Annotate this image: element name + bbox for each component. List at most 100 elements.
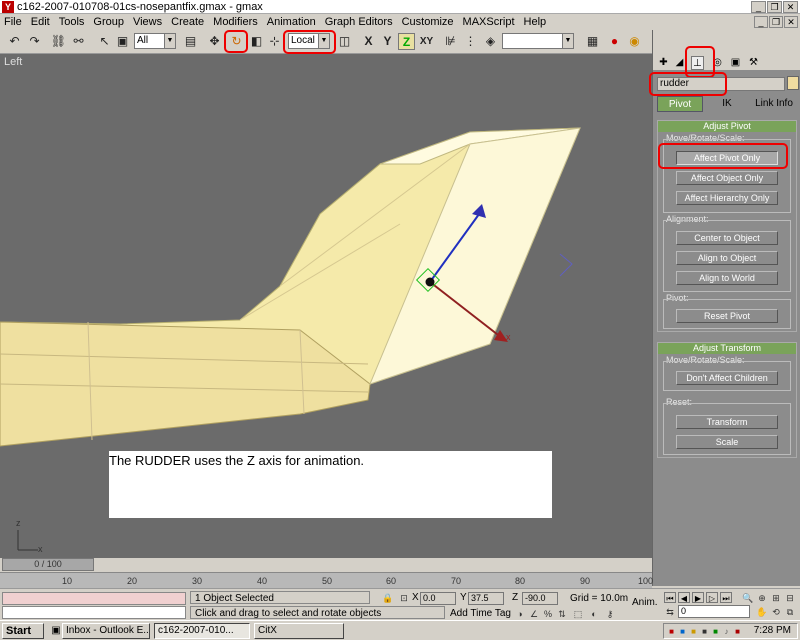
track-bar[interactable]: 10 20 30 40 50 60 70 80 90 100 <box>0 572 653 588</box>
affect-object-only-button[interactable]: Affect Object Only <box>676 171 778 185</box>
align-icon[interactable]: ⋮ <box>462 33 479 50</box>
menu-modifiers[interactable]: Modifiers <box>209 16 263 28</box>
tray-icon-2[interactable]: ■ <box>678 626 687 637</box>
go-to-start-icon[interactable]: ⏮ <box>664 592 676 603</box>
maxscript-input-mini[interactable] <box>2 606 186 619</box>
object-color-swatch[interactable] <box>787 76 799 90</box>
percent-snap-icon[interactable]: % <box>542 608 554 620</box>
close-button[interactable]: ✕ <box>783 0 798 13</box>
arc-rotate-icon[interactable]: ⟲ <box>770 606 782 618</box>
task-citx[interactable]: CitX <box>254 623 344 639</box>
link-info-subtab[interactable]: Link Info <box>751 96 797 112</box>
zoom-all-icon[interactable]: ⊕ <box>756 592 768 604</box>
degrade-override-icon[interactable]: ◐ <box>588 608 600 620</box>
start-button[interactable]: Start <box>2 623 44 639</box>
add-time-tag-button[interactable]: Add Time Tag <box>450 608 511 619</box>
material-editor-icon[interactable]: ▦ <box>584 33 601 50</box>
pan-icon[interactable]: ✋ <box>756 606 768 618</box>
scale-icon[interactable]: ◧ <box>248 33 265 50</box>
align-to-world-button[interactable]: Align to World <box>676 271 778 285</box>
menu-group[interactable]: Group <box>89 16 129 28</box>
create-tab-icon[interactable]: ✚ <box>657 56 670 70</box>
maxscript-listener-mini[interactable] <box>2 592 186 605</box>
restrict-y-button[interactable]: Y <box>379 33 396 50</box>
mdi-minimize-button[interactable]: _ <box>754 16 768 28</box>
maximize-viewport-icon[interactable]: ⧉ <box>784 606 796 618</box>
mdi-close-button[interactable]: ✕ <box>784 16 798 28</box>
unlink-icon[interactable]: ⚯ <box>70 33 87 50</box>
region-select-icon[interactable]: ▣ <box>114 33 131 50</box>
restrict-x-button[interactable]: X <box>360 33 377 50</box>
redo-icon[interactable]: ↷ <box>26 33 43 50</box>
tray-icon-5[interactable]: ■ <box>711 626 720 637</box>
render-icon[interactable]: ● <box>606 33 623 50</box>
task-gmax[interactable]: c162-2007-010... <box>154 623 250 639</box>
window-crossing-icon[interactable]: ⬚ <box>572 608 584 620</box>
angle-snap-icon[interactable]: ∠ <box>528 608 540 620</box>
center-to-object-button[interactable]: Center to Object <box>676 231 778 245</box>
volume-icon[interactable]: ♪ <box>722 626 731 637</box>
display-tab-icon[interactable]: ▣ <box>729 56 742 70</box>
select-object-icon[interactable]: ↖ <box>96 33 113 50</box>
left-viewport[interactable]: Left x z x The RUDDER uses the Z axis fo… <box>0 54 652 572</box>
menu-maxscript[interactable]: MAXScript <box>459 16 520 28</box>
current-frame-field[interactable]: 0 <box>678 605 750 618</box>
animate-toggle-button[interactable]: Anim. <box>632 597 658 608</box>
tray-icon-6[interactable]: ■ <box>733 626 742 637</box>
restore-button[interactable]: ❐ <box>767 0 782 13</box>
menu-views[interactable]: Views <box>129 16 167 28</box>
minimize-button[interactable]: _ <box>751 0 766 13</box>
x-coord-field[interactable]: 0.0 <box>420 592 456 605</box>
tray-icon-1[interactable]: ■ <box>667 626 676 637</box>
pivot-subtab[interactable]: Pivot <box>657 96 703 112</box>
reset-pivot-button[interactable]: Reset Pivot <box>676 309 778 323</box>
snap-toggle-icon[interactable]: ◑ <box>514 608 526 620</box>
time-slider-thumb[interactable]: 0 / 100 <box>2 558 94 571</box>
menu-create[interactable]: Create <box>167 16 209 28</box>
zoom-extents-all-icon[interactable]: ⊟ <box>784 592 796 604</box>
go-to-end-icon[interactable]: ⏭ <box>720 592 732 603</box>
zoom-extents-icon[interactable]: ⊞ <box>770 592 782 604</box>
key-mode-toggle-icon[interactable]: ⇆ <box>664 606 676 618</box>
absolute-mode-icon[interactable]: ⊡ <box>398 592 410 604</box>
menu-edit[interactable]: Edit <box>27 16 55 28</box>
reset-scale-button[interactable]: Scale <box>676 435 778 449</box>
previous-frame-icon[interactable]: ◀ <box>678 592 690 603</box>
next-frame-icon[interactable]: ▷ <box>706 592 718 603</box>
time-slider[interactable]: 0 / 100 <box>0 558 652 572</box>
menu-file[interactable]: File <box>0 16 27 28</box>
reset-transform-button[interactable]: Transform <box>676 415 778 429</box>
y-coord-field[interactable]: 37.5 <box>468 592 504 605</box>
quicklaunch-icon[interactable]: ▣ <box>50 624 62 637</box>
menu-graph-editors[interactable]: Graph Editors <box>321 16 398 28</box>
utilities-tab-icon[interactable]: ⚒ <box>747 56 760 70</box>
pivot-center-icon[interactable]: ⊹ <box>266 33 283 50</box>
task-outlook[interactable]: Inbox - Outlook E... <box>62 623 150 639</box>
viewport-label[interactable]: Left <box>4 56 22 68</box>
mirror-icon[interactable]: ⊯ <box>442 33 459 50</box>
spinner-snap-icon[interactable]: ⇅ <box>556 608 568 620</box>
restrict-z-button[interactable]: Z <box>398 33 415 50</box>
select-by-name-icon[interactable]: ▤ <box>182 33 199 50</box>
z-coord-field[interactable]: -90.0 <box>522 592 558 605</box>
adjust-transform-title[interactable]: Adjust Transform <box>658 343 796 354</box>
mdi-restore-button[interactable]: ❐ <box>769 16 783 28</box>
gmax-app-icon[interactable]: Y <box>2 0 14 13</box>
undo-icon[interactable]: ↶ <box>6 33 23 50</box>
key-mode-icon[interactable]: ⚷ <box>604 608 616 620</box>
select-and-link-icon[interactable]: ⛓ <box>50 33 67 50</box>
selection-filter-dropdown[interactable]: All ▼ <box>134 33 176 49</box>
dont-affect-children-button[interactable]: Don't Affect Children <box>676 371 778 385</box>
play-icon[interactable]: ▶ <box>692 592 704 603</box>
lock-selection-icon[interactable]: 🔒 <box>382 592 394 604</box>
restrict-xy-button[interactable]: XY <box>418 33 435 50</box>
menu-customize[interactable]: Customize <box>398 16 459 28</box>
menu-help[interactable]: Help <box>520 16 552 28</box>
ik-subtab[interactable]: IK <box>705 96 749 112</box>
zoom-icon[interactable]: 🔍 <box>742 592 754 604</box>
tray-icon-3[interactable]: ■ <box>689 626 698 637</box>
use-pivot-icon[interactable]: ◫ <box>336 33 353 50</box>
menu-tools[interactable]: Tools <box>55 16 90 28</box>
tray-icon-4[interactable]: ■ <box>700 626 709 637</box>
quick-render-icon[interactable]: ◉ <box>626 33 643 50</box>
